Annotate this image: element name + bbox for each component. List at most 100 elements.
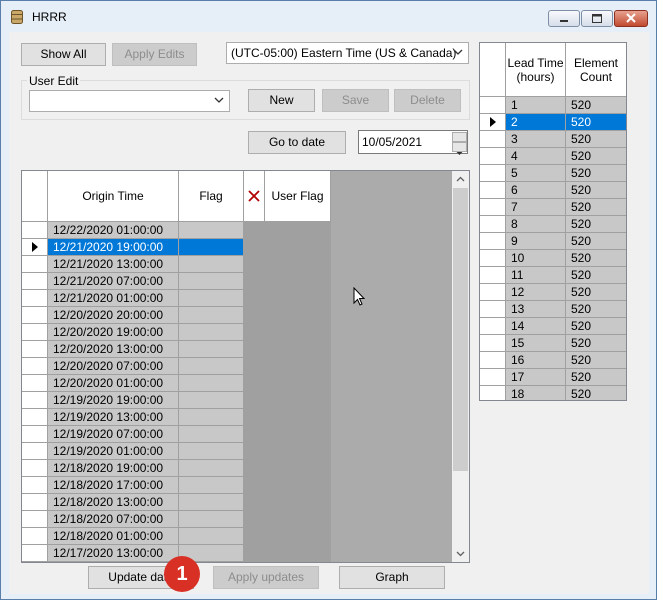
flag-cell[interactable]: [179, 256, 244, 273]
element-count-cell[interactable]: 520: [566, 182, 626, 199]
delete-cell[interactable]: [244, 307, 265, 324]
timezone-select[interactable]: (UTC-05:00) Eastern Time (US & Canada): [226, 42, 469, 64]
apply-updates-button[interactable]: Apply updates: [213, 566, 319, 589]
row-header[interactable]: [480, 199, 506, 216]
scroll-thumb[interactable]: [453, 188, 468, 471]
lead-time-header[interactable]: Lead Time (hours): [506, 43, 566, 97]
row-header[interactable]: [480, 148, 506, 165]
origin-time-grid[interactable]: Origin Time Flag User Flag 12/22/2020 01…: [21, 170, 470, 563]
lead-time-cell[interactable]: 1: [506, 97, 566, 114]
delete-column-header[interactable]: [244, 171, 265, 222]
scroll-down-icon[interactable]: [452, 545, 469, 562]
delete-cell[interactable]: [244, 511, 265, 528]
flag-cell[interactable]: [179, 511, 244, 528]
user-flag-cell[interactable]: [265, 409, 331, 426]
go-to-date-button[interactable]: Go to date: [248, 131, 346, 154]
user-flag-cell[interactable]: [265, 290, 331, 307]
row-header[interactable]: [22, 358, 48, 375]
delete-cell[interactable]: [244, 409, 265, 426]
element-count-cell[interactable]: 520: [566, 114, 626, 131]
delete-cell[interactable]: [244, 392, 265, 409]
user-flag-header[interactable]: User Flag: [265, 171, 331, 222]
delete-cell[interactable]: [244, 494, 265, 511]
origin-time-cell[interactable]: 12/18/2020 01:00:00: [48, 528, 179, 545]
row-header[interactable]: [22, 375, 48, 392]
row-header[interactable]: [22, 443, 48, 460]
user-flag-cell[interactable]: [265, 494, 331, 511]
graph-button[interactable]: Graph: [339, 566, 445, 589]
element-count-cell[interactable]: 520: [566, 284, 626, 301]
flag-cell[interactable]: [179, 409, 244, 426]
user-flag-cell[interactable]: [265, 324, 331, 341]
flag-cell[interactable]: [179, 477, 244, 494]
lead-time-cell[interactable]: 12: [506, 284, 566, 301]
delete-cell[interactable]: [244, 528, 265, 545]
origin-time-cell[interactable]: 12/18/2020 17:00:00: [48, 477, 179, 494]
origin-grid-scrollbar[interactable]: [452, 171, 469, 562]
origin-time-cell[interactable]: 12/22/2020 01:00:00: [48, 222, 179, 239]
origin-time-cell[interactable]: 12/21/2020 07:00:00: [48, 273, 179, 290]
row-header[interactable]: [22, 545, 48, 562]
element-count-cell[interactable]: 520: [566, 301, 626, 318]
element-count-cell[interactable]: 520: [566, 216, 626, 233]
element-count-cell[interactable]: 520: [566, 335, 626, 352]
row-header[interactable]: [480, 318, 506, 335]
row-header[interactable]: [22, 324, 48, 341]
row-header[interactable]: [22, 341, 48, 358]
origin-time-cell[interactable]: 12/19/2020 07:00:00: [48, 426, 179, 443]
flag-cell[interactable]: [179, 324, 244, 341]
origin-time-cell[interactable]: 12/17/2020 13:00:00: [48, 545, 179, 562]
date-picker[interactable]: 10/05/2021: [358, 130, 468, 155]
flag-cell[interactable]: [179, 460, 244, 477]
origin-time-cell[interactable]: 12/18/2020 19:00:00: [48, 460, 179, 477]
row-header[interactable]: [480, 233, 506, 250]
flag-cell[interactable]: [179, 341, 244, 358]
row-header[interactable]: [480, 335, 506, 352]
user-flag-cell[interactable]: [265, 341, 331, 358]
row-header[interactable]: [22, 460, 48, 477]
row-header[interactable]: [22, 290, 48, 307]
lead-time-cell[interactable]: 16: [506, 352, 566, 369]
flag-cell[interactable]: [179, 443, 244, 460]
user-flag-cell[interactable]: [265, 528, 331, 545]
user-flag-cell[interactable]: [265, 443, 331, 460]
user-flag-cell[interactable]: [265, 222, 331, 239]
row-header[interactable]: [480, 369, 506, 386]
flag-cell[interactable]: [179, 239, 244, 256]
flag-cell[interactable]: [179, 222, 244, 239]
flag-header[interactable]: Flag: [179, 171, 244, 222]
row-header[interactable]: [480, 352, 506, 369]
row-header[interactable]: [22, 222, 48, 239]
user-flag-cell[interactable]: [265, 392, 331, 409]
lead-time-cell[interactable]: 8: [506, 216, 566, 233]
row-header[interactable]: [480, 131, 506, 148]
minimize-button[interactable]: [548, 10, 580, 27]
row-header[interactable]: [480, 301, 506, 318]
row-header[interactable]: [22, 273, 48, 290]
flag-cell[interactable]: [179, 290, 244, 307]
delete-cell[interactable]: [244, 324, 265, 341]
lead-time-cell[interactable]: 6: [506, 182, 566, 199]
user-flag-cell[interactable]: [265, 375, 331, 392]
element-count-cell[interactable]: 520: [566, 250, 626, 267]
delete-cell[interactable]: [244, 426, 265, 443]
delete-cell[interactable]: [244, 341, 265, 358]
row-header[interactable]: [22, 256, 48, 273]
flag-cell[interactable]: [179, 307, 244, 324]
row-header[interactable]: [480, 216, 506, 233]
close-button[interactable]: [614, 10, 648, 27]
flag-cell[interactable]: [179, 528, 244, 545]
row-header[interactable]: [480, 114, 506, 131]
delete-cell[interactable]: [244, 477, 265, 494]
flag-cell[interactable]: [179, 273, 244, 290]
origin-time-cell[interactable]: 12/20/2020 07:00:00: [48, 358, 179, 375]
flag-cell[interactable]: [179, 494, 244, 511]
lead-time-cell[interactable]: 14: [506, 318, 566, 335]
element-count-cell[interactable]: 520: [566, 318, 626, 335]
element-count-cell[interactable]: 520: [566, 165, 626, 182]
delete-cell[interactable]: [244, 375, 265, 392]
row-header[interactable]: [22, 426, 48, 443]
element-count-cell[interactable]: 520: [566, 199, 626, 216]
row-header[interactable]: [22, 307, 48, 324]
scroll-up-icon[interactable]: [452, 171, 469, 188]
